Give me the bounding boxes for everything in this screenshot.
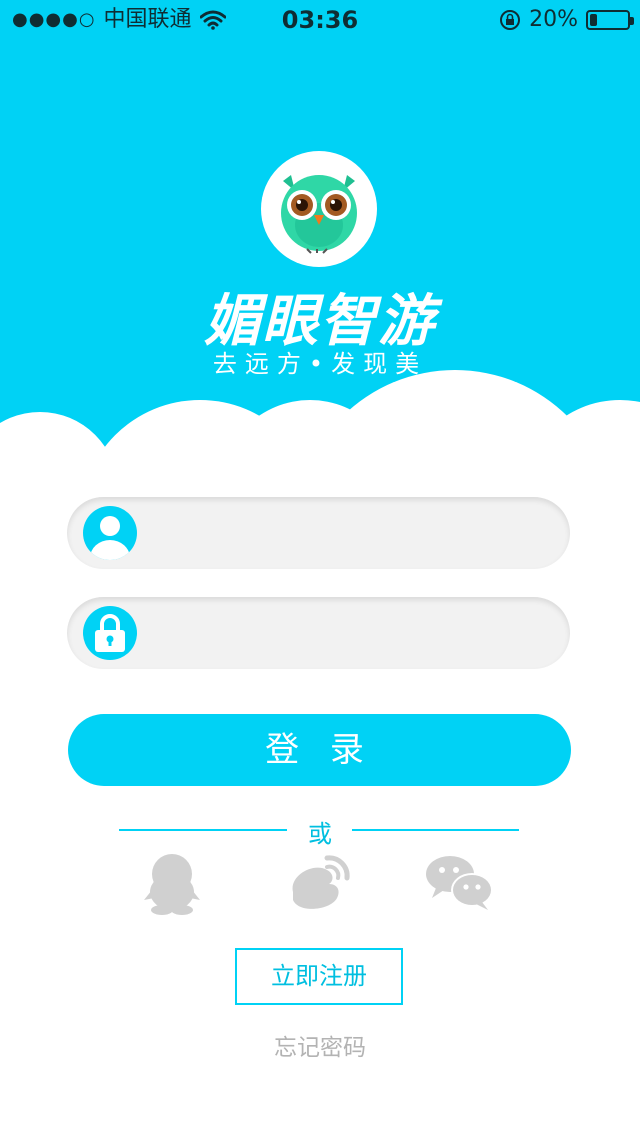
password-field[interactable]: [67, 597, 570, 669]
username-input[interactable]: [153, 511, 547, 557]
weibo-login-button[interactable]: [283, 852, 355, 916]
battery-icon: [586, 10, 634, 30]
qq-icon: [144, 854, 200, 915]
forgot-password-link[interactable]: 忘记密码: [0, 1028, 640, 1062]
status-bar: ●●●●○ 中国联通 03:36 20%: [0, 0, 640, 40]
wechat-icon: [426, 856, 493, 910]
password-input[interactable]: [153, 611, 547, 657]
status-right: 20%: [499, 0, 634, 40]
qq-login-button[interactable]: [136, 852, 208, 916]
divider-or-text: 或: [308, 820, 332, 848]
user-icon: [83, 506, 137, 560]
weibo-icon: [292, 855, 350, 909]
register-button[interactable]: 立即注册: [235, 948, 403, 1005]
username-field[interactable]: [67, 497, 570, 569]
forgot-password-label[interactable]: 忘记密码: [274, 1035, 366, 1061]
hero-banner: ●●●●○ 中国联通 03:36 20% 媚眼智游 去远方•发现美: [0, 0, 640, 530]
login-button[interactable]: 登 录: [68, 714, 571, 786]
rotation-lock-icon: [499, 9, 521, 31]
lock-icon: [83, 606, 137, 660]
battery-percent: 20%: [529, 7, 578, 32]
app-logo: [261, 151, 377, 267]
owl-mascot-icon: [281, 175, 357, 254]
battery-level-fill: [590, 14, 597, 26]
wechat-login-button[interactable]: [424, 852, 496, 916]
